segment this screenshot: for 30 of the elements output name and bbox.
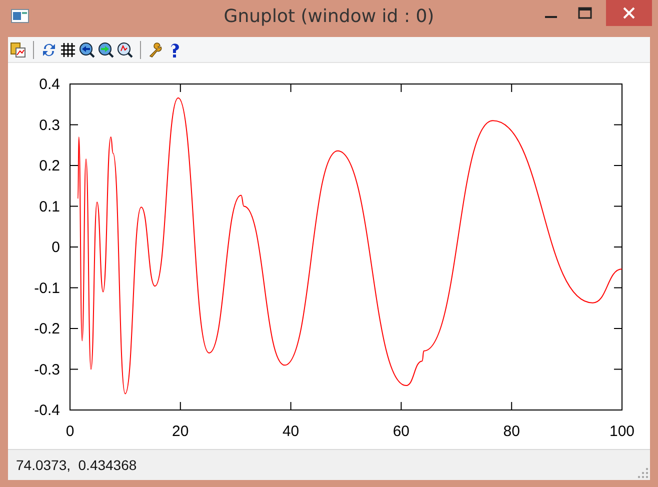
- window-title: Gnuplot (window id : 0): [224, 6, 434, 27]
- tick-label: 0.4: [39, 76, 60, 93]
- app-icon: [11, 9, 29, 23]
- tick-label: 80: [503, 423, 520, 440]
- tick-label: -0.4: [34, 402, 60, 419]
- zoom-icon[interactable]: [117, 42, 133, 58]
- tick-label: -0.2: [34, 320, 60, 338]
- tick-label: 0.2: [39, 158, 60, 174]
- cursor-coordinates: 74.0373, 0.434368: [16, 457, 137, 473]
- minimize-icon: [545, 16, 557, 18]
- refresh-icon[interactable]: [41, 42, 57, 58]
- close-button[interactable]: [606, 0, 652, 26]
- tick-label: 0.3: [39, 116, 60, 134]
- tick-label: 20: [172, 423, 189, 440]
- tick-label: 40: [282, 423, 300, 440]
- copy-to-clipboard-icon[interactable]: [10, 42, 26, 58]
- grid-icon[interactable]: [60, 42, 76, 58]
- tick-label: 100: [609, 423, 635, 440]
- tick-label: 0: [52, 239, 60, 256]
- zoom-forward-icon[interactable]: [98, 42, 114, 58]
- maximize-icon: [578, 7, 592, 19]
- zoom-back-icon[interactable]: [79, 42, 95, 58]
- wrench-icon[interactable]: [148, 42, 164, 58]
- tick-label: 0: [66, 423, 74, 440]
- close-icon: [623, 7, 635, 19]
- resize-grip-icon[interactable]: [638, 468, 648, 478]
- tick-label: -0.3: [34, 361, 60, 378]
- tick-label: 60: [392, 423, 410, 440]
- tick-label: -0.1: [34, 280, 60, 297]
- tick-label: 0.1: [39, 198, 60, 216]
